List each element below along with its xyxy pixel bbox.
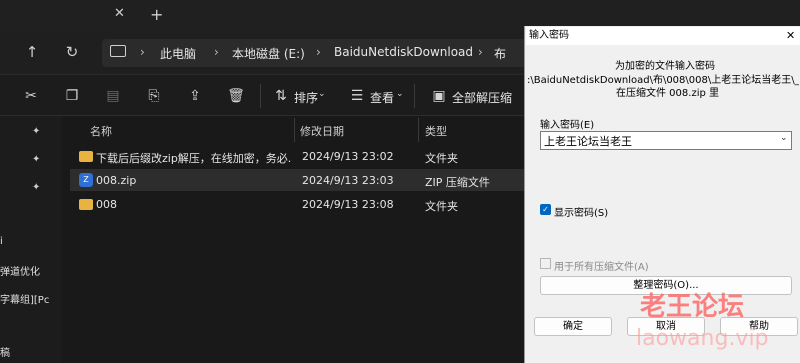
rename-icon[interactable]: ⎘ (145, 87, 163, 105)
file-date: 2024/9/13 23:02 (302, 150, 394, 163)
paste-icon[interactable]: ▤ (104, 87, 122, 105)
chevron-right-icon: › (478, 45, 483, 59)
sidebar-item[interactable]: 字幕组][Pc (0, 291, 49, 306)
chevron-right-icon: › (316, 45, 321, 59)
zip-icon: Z (79, 173, 93, 187)
sidebar-item[interactable]: 稿 (0, 344, 10, 359)
ok-button[interactable]: 确定 (534, 317, 612, 336)
navigation-pane (0, 116, 62, 363)
toolbar-divider (414, 84, 415, 108)
view-button[interactable]: 查看 (370, 89, 394, 106)
password-label: 输入密码(E) (540, 120, 595, 131)
refresh-icon[interactable]: ↻ (60, 43, 84, 61)
column-header-name[interactable]: 名称 (90, 123, 112, 139)
up-arrow-icon[interactable]: ↑ (20, 43, 44, 61)
use-for-all-label: 用于所有压缩文件(A) (554, 262, 649, 273)
dialog-prompt: 为加密的文件输入密码 (615, 61, 715, 72)
share-icon[interactable]: ⇪ (186, 87, 204, 105)
breadcrumb-this-pc[interactable]: 此电脑 (160, 45, 196, 62)
sidebar-item[interactable]: 弹道优化 (0, 263, 40, 278)
folder-icon (79, 199, 93, 210)
use-for-all-checkbox[interactable] (540, 258, 551, 269)
computer-icon (110, 45, 126, 57)
chevron-down-icon[interactable]: ⌄ (780, 133, 788, 143)
breadcrumb-bu[interactable]: 布 (494, 45, 506, 62)
pin-icon: ✦ (32, 182, 41, 193)
breadcrumb-baidunetdiskdownload[interactable]: BaiduNetdiskDownload (334, 45, 473, 59)
breadcrumb-drive-e[interactable]: 本地磁盘 (E:) (232, 45, 305, 62)
file-date: 2024/9/13 23:08 (302, 198, 394, 211)
pin-icon: ✦ (32, 126, 41, 137)
file-type: 文件夹 (425, 200, 458, 213)
extract-all-button[interactable]: 全部解压缩 (452, 89, 512, 106)
copy-icon[interactable]: ❐ (63, 87, 81, 105)
chevron-right-icon: › (140, 45, 145, 59)
pin-icon: ✦ (32, 154, 41, 165)
folder-icon (79, 151, 93, 162)
dialog-title: 输入密码 (526, 27, 800, 45)
close-tab-icon[interactable]: ✕ (114, 6, 130, 26)
view-icon[interactable]: ☰ (348, 87, 366, 105)
watermark-url: laowang.vip (636, 326, 769, 351)
sort-button[interactable]: 排序 (294, 89, 318, 106)
watermark-text: 老王论坛 (640, 292, 745, 322)
chevron-right-icon: › (214, 45, 219, 59)
password-value: 上老王论坛当老王 (544, 135, 632, 148)
column-divider[interactable] (294, 118, 295, 142)
toolbar-divider (260, 84, 261, 108)
column-header-date[interactable]: 修改日期 (300, 123, 344, 139)
file-name: 下载后后缀改zip解压，在线加密，务必... (96, 152, 292, 165)
delete-icon[interactable]: 🗑 (227, 87, 245, 105)
show-password-checkbox[interactable]: ✓ (540, 204, 551, 215)
extract-icon[interactable]: ▣ (430, 87, 448, 105)
cut-icon[interactable]: ✂ (22, 87, 40, 105)
column-divider[interactable] (418, 118, 419, 142)
file-type: ZIP 压缩文件 (425, 176, 490, 189)
file-name: 008 (96, 198, 117, 211)
sidebar-item[interactable]: i (0, 236, 3, 247)
file-type: 文件夹 (425, 152, 458, 165)
sort-icon[interactable]: ⇅ (272, 87, 290, 105)
new-tab-button[interactable]: + (150, 5, 166, 25)
chevron-down-icon: ⌄ (318, 89, 326, 99)
dialog-archive-name: 在压缩文件 008.zip 里 (616, 88, 719, 99)
file-date: 2024/9/13 23:03 (302, 174, 394, 187)
close-icon[interactable]: ✕ (786, 29, 795, 42)
chevron-down-icon: ⌄ (396, 89, 404, 99)
file-name: 008.zip (96, 174, 137, 187)
show-password-label[interactable]: 显示密码(S) (554, 204, 608, 219)
column-header-type[interactable]: 类型 (425, 123, 447, 139)
